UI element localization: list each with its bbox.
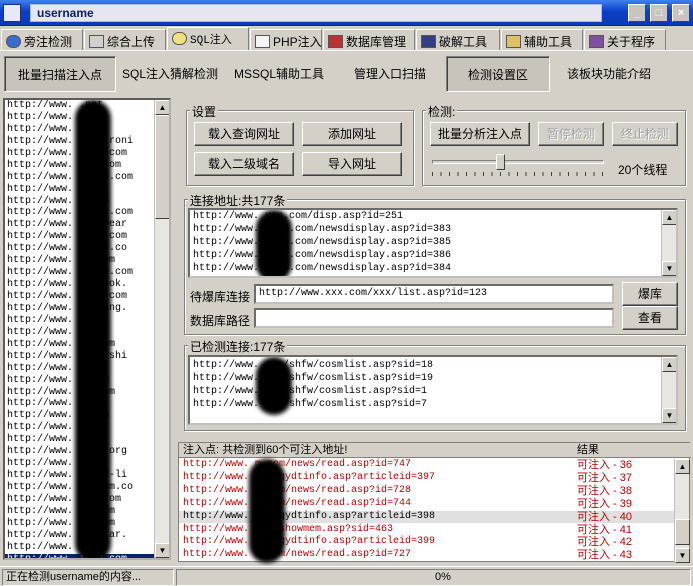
view-button[interactable]: 查看 (622, 306, 678, 330)
scroll-up-icon[interactable]: ▲ (662, 357, 676, 372)
scroll-down-icon[interactable]: ▼ (662, 261, 676, 276)
add-url-button[interactable]: 添加网址 (302, 122, 402, 146)
result-status: 可注入 - 43 (577, 549, 633, 562)
site-list[interactable]: http://www. .net http://www. .com http://w… (3, 98, 171, 560)
results-scrollbar[interactable]: ▲ ▼ (674, 459, 690, 563)
redaction-mark (249, 459, 285, 563)
tab-upload[interactable]: 综合上传 (84, 29, 166, 50)
chart-icon (89, 35, 104, 48)
scroll-down-icon[interactable]: ▼ (675, 548, 690, 563)
redaction-mark (256, 210, 292, 276)
result-status: 可注入 - 38 (577, 484, 633, 497)
clipboard-icon (506, 35, 521, 48)
thread-slider-track[interactable] (432, 160, 604, 164)
connections-label: 连接地址:共177条 (188, 192, 288, 209)
result-url: http://www. m.com/news/read.asp?id=727 (183, 549, 412, 561)
result-url: http://www. m.com/news/read.asp?id=744 (183, 497, 412, 509)
result-status: 可注入 - 36 (577, 459, 633, 471)
result-url: http://www. com/qydtinfo.asp?articleid=3… (183, 510, 436, 522)
subtab-admin-scan[interactable]: 管理入口扫描 (340, 56, 440, 92)
result-status: 可注入 - 41 (577, 523, 633, 536)
import-url-button[interactable]: 导入网址 (302, 152, 402, 176)
scroll-up-icon[interactable]: ▲ (675, 459, 690, 474)
result-url: http://www. com/qydtinfo.asp?articleid=3… (183, 471, 436, 483)
scroll-up-icon[interactable]: ▲ (662, 210, 676, 225)
magnifier-icon (172, 32, 187, 45)
tab-crack-tools[interactable]: 破解工具 (416, 29, 500, 50)
slider-ticks (432, 172, 604, 176)
subtab-mssql-tools[interactable]: MSSQL辅助工具 (228, 56, 330, 92)
checked-list[interactable]: http://www. com/shfw/cosmlist.asp?sid=18… (188, 355, 678, 425)
sub-toolbar: 批量扫描注入点 SQL注入猜解检测 MSSQL辅助工具 管理入口扫描 检测设置区… (0, 50, 693, 96)
dbpath-input[interactable] (254, 308, 614, 328)
connections-scrollbar[interactable]: ▲ ▼ (661, 210, 676, 276)
redaction-mark (75, 100, 111, 558)
tab-database[interactable]: 数据库管理 (323, 29, 415, 50)
subtab-help[interactable]: 该板块功能介绍 (556, 56, 662, 92)
detect-label: 检测: (426, 103, 458, 120)
app-icon (3, 4, 21, 22)
results-header: 注入点: 共检测到60个可注入地址! 结果 (179, 443, 691, 458)
pending-label: 待爆库连接 (190, 290, 251, 304)
subtab-detect-settings[interactable]: 检测设置区 (446, 56, 550, 92)
main-tabs: 旁注检测 综合上传 SQL注入 PHP注入 数据库管理 破解工具 辅助工具 关于… (0, 27, 693, 50)
book-icon (589, 35, 604, 48)
settings-label: 设置 (190, 103, 219, 120)
progress-text: 0% (176, 569, 691, 586)
subtab-batch-scan[interactable]: 批量扫描注入点 (4, 56, 116, 92)
load-query-url-button[interactable]: 载入查询网址 (194, 122, 294, 146)
connections-list[interactable]: http://www. uan.com/disp.asp?id=251 http:… (188, 208, 678, 278)
subtab-sql-guess[interactable]: SQL注入猜解检测 (118, 56, 222, 92)
scroll-thumb[interactable] (675, 519, 690, 545)
checked-label: 已检测连接:177条 (188, 338, 288, 355)
result-url: http://www. m.com/news/read.asp?id=747 (183, 459, 412, 470)
thread-count: 20个线程 (618, 163, 668, 177)
database-icon (328, 35, 343, 48)
tab-aux-tools[interactable]: 辅助工具 (501, 29, 583, 50)
dbpath-label: 数据库路径 (190, 314, 251, 328)
result-status: 可注入 - 40 (577, 510, 633, 523)
results-header-url: 注入点: 共检测到60个可注入地址! (183, 444, 348, 456)
results-header-result: 结果 (577, 444, 599, 456)
close-button[interactable]: × (672, 4, 690, 22)
tab-about[interactable]: 关于程序 (584, 29, 666, 50)
redaction-mark (256, 357, 292, 415)
keyboard-icon (421, 35, 436, 48)
result-status: 可注入 - 39 (577, 497, 633, 510)
status-text: 正在检测username的内容... (2, 569, 174, 586)
result-status: 可注入 - 37 (577, 471, 633, 484)
scroll-up-icon[interactable]: ▲ (155, 100, 169, 115)
batch-analyze-button[interactable]: 批量分析注入点 (430, 122, 530, 146)
scroll-down-icon[interactable]: ▼ (155, 543, 169, 558)
pending-url-input[interactable]: http://www.xxx.com/xxx/list.asp?id=123 (254, 284, 614, 304)
status-bar: 正在检测username的内容... 0% (0, 566, 693, 586)
tab-sql-injection[interactable]: SQL注入 (167, 27, 249, 50)
thread-slider-thumb[interactable] (496, 154, 505, 170)
result-url: http://www. m.com/news/read.asp?id=728 (183, 484, 412, 496)
result-url: http://www. .../showmem.asp?sid=463 (183, 523, 394, 535)
site-list-scrollbar[interactable]: ▲ ▼ (154, 100, 169, 558)
result-status: 可注入 - 42 (577, 536, 633, 549)
document-icon (255, 35, 270, 48)
tab-php-injection[interactable]: PHP注入 (250, 29, 322, 50)
checked-scrollbar[interactable]: ▲ ▼ (661, 357, 676, 423)
scroll-thumb[interactable] (155, 115, 169, 219)
maximize-button[interactable]: □ (650, 4, 668, 22)
dump-db-button[interactable]: 爆库 (622, 282, 678, 306)
scroll-down-icon[interactable]: ▼ (662, 408, 676, 423)
title-bar: username _ □ × (0, 0, 693, 26)
stop-button[interactable]: 终止检测 (612, 122, 678, 146)
globe-icon (6, 35, 21, 48)
result-url: http://www. com/qydtinfo.asp?articleid=3… (183, 536, 436, 548)
minimize-button[interactable]: _ (628, 4, 646, 22)
load-subdomain-button[interactable]: 载入二级域名 (194, 152, 294, 176)
pause-button[interactable]: 暂停检测 (538, 122, 604, 146)
tab-side-injection[interactable]: 旁注检测 (1, 29, 83, 50)
window-title: username (30, 4, 602, 22)
results-list[interactable]: 注入点: 共检测到60个可注入地址! 结果 http://www. m.com/… (178, 442, 691, 563)
